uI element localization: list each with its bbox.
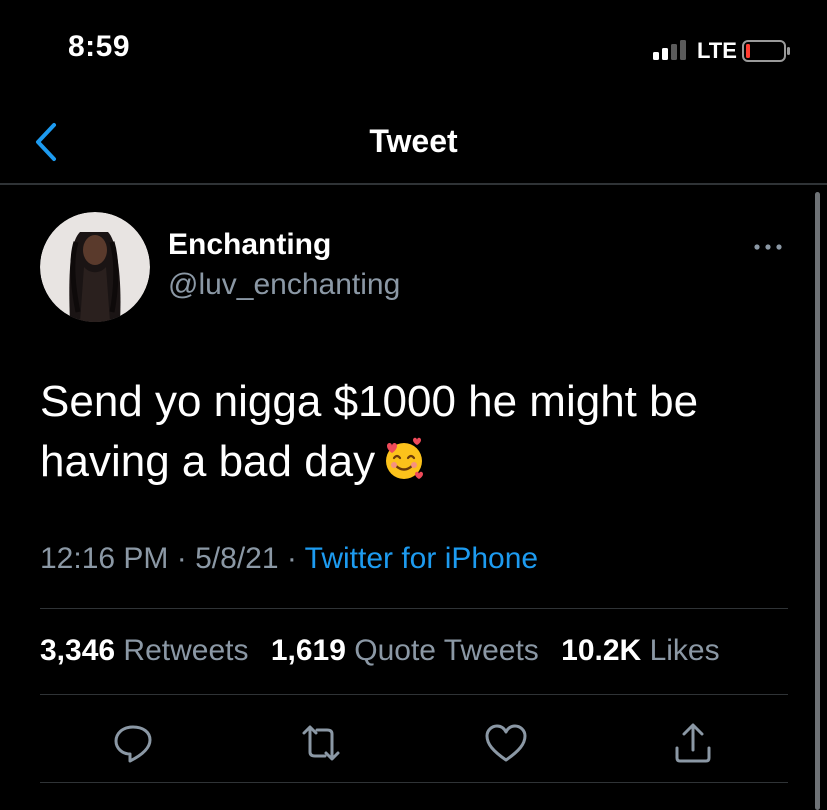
retweets-stat[interactable]: 3,346 Retweets [40, 634, 248, 667]
action-bar [0, 718, 827, 768]
retweets-label: Retweets [123, 634, 249, 667]
nav-bar: Tweet [0, 105, 827, 185]
author-handle[interactable]: @luv_enchanting [168, 268, 400, 302]
retweet-icon[interactable] [296, 718, 346, 768]
retweets-count: 3,346 [40, 634, 116, 667]
divider [40, 694, 788, 695]
quote-tweets-stat[interactable]: 1,619 Quote Tweets [271, 634, 539, 667]
share-icon[interactable] [668, 718, 718, 768]
meta-separator: · [286, 542, 297, 575]
divider [40, 608, 788, 609]
like-icon[interactable] [481, 718, 531, 768]
smiling-face-with-hearts-icon [386, 437, 424, 479]
tweet-time: 12:16 PM [40, 542, 169, 575]
nav-divider [0, 183, 827, 185]
avatar[interactable] [40, 212, 150, 322]
likes-stat[interactable]: 10.2K Likes [561, 634, 719, 667]
status-time: 8:59 [68, 30, 131, 63]
signal-strength-icon [653, 40, 686, 60]
reply-icon[interactable] [108, 718, 158, 768]
meta-separator: · [176, 542, 187, 575]
tweet-date: 5/8/21 [195, 542, 279, 575]
tweet-meta: 12:16 PM · 5/8/21 · Twitter for iPhone [40, 542, 538, 576]
tweet-text: Send yo nigga $1000 he might be having a… [40, 372, 800, 492]
status-bar: 8:59 LTE [0, 0, 827, 100]
divider [40, 782, 788, 783]
tweet-text-content: Send yo nigga $1000 he might be having a… [40, 377, 699, 486]
battery-icon [742, 40, 790, 62]
tweet-stats: 3,346 Retweets 1,619 Quote Tweets 10.2K … [40, 634, 734, 668]
tweet-source-link[interactable]: Twitter for iPhone [305, 542, 538, 575]
quote-tweets-label: Quote Tweets [354, 634, 539, 667]
likes-count: 10.2K [561, 634, 642, 667]
quote-tweets-count: 1,619 [270, 634, 346, 667]
likes-label: Likes [649, 634, 720, 667]
network-type: LTE [697, 38, 737, 63]
author-display-name[interactable]: Enchanting [168, 228, 331, 262]
more-options-icon[interactable] [748, 232, 788, 262]
page-title: Tweet [369, 123, 458, 159]
